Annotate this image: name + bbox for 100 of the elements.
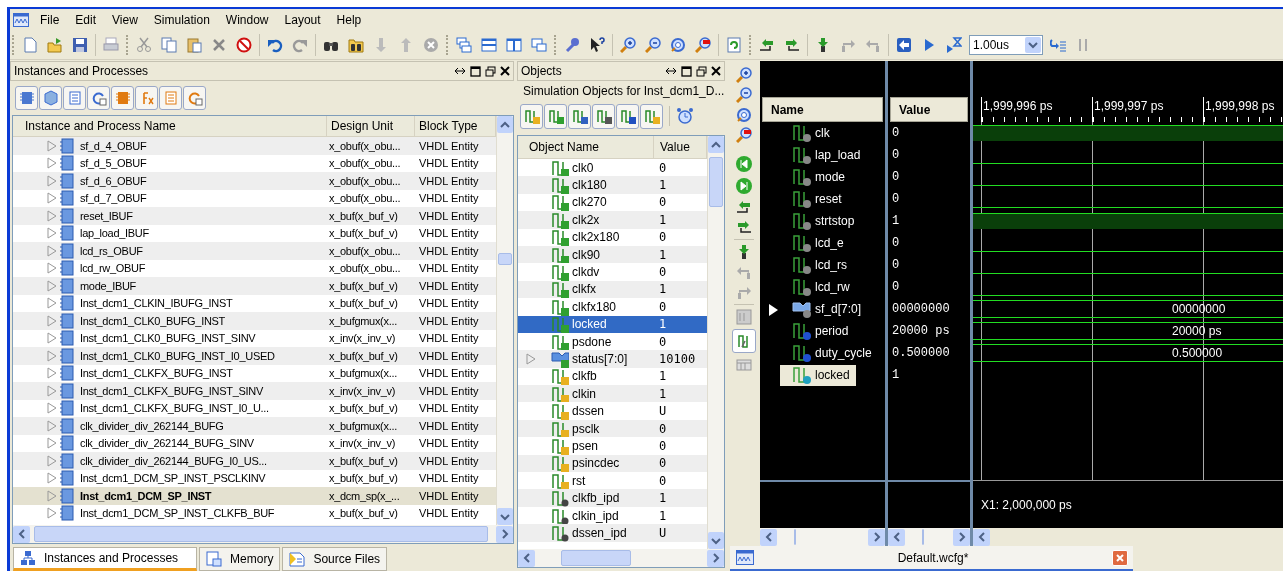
- close-icon[interactable]: [500, 66, 510, 76]
- column-header[interactable]: Name: [762, 97, 883, 122]
- maximize-icon[interactable]: [681, 65, 692, 77]
- zoom-fit-icon[interactable]: [736, 107, 752, 123]
- horizontal-split-icon[interactable]: [481, 36, 497, 53]
- cascade-windows-icon[interactable]: [456, 36, 472, 53]
- scrollbar-thumb[interactable]: [561, 550, 631, 566]
- table-row[interactable]: sf_d_4_OBUF x_obuf(x_obu... VHDL Entity: [13, 137, 496, 155]
- circle-x-icon[interactable]: [423, 36, 439, 53]
- folder-binoculars-icon[interactable]: [348, 36, 364, 53]
- tab[interactable]: Source Files: [282, 547, 388, 571]
- column-header[interactable]: Design Unit: [327, 116, 415, 136]
- variable-filter-button[interactable]: [640, 103, 663, 129]
- copy-icon[interactable]: [161, 36, 177, 53]
- table-row[interactable]: lcd_rs_OBUF x_obuf(x_obu... VHDL Entity: [13, 242, 496, 260]
- signal-name[interactable]: mode: [815, 168, 846, 186]
- table-row[interactable]: clk_divider_div_262144_BUFG x_bufgmux(x... VHDL Entity: [13, 417, 496, 435]
- run-to-icon[interactable]: [1050, 36, 1066, 53]
- folder-icon[interactable]: [47, 36, 63, 53]
- tab[interactable]: Memory: [199, 547, 281, 571]
- help-cursor-icon[interactable]: [589, 36, 605, 53]
- output-filter-button[interactable]: [544, 103, 567, 129]
- restore-icon[interactable]: [485, 65, 496, 77]
- horizontal-scrollbar[interactable]: [973, 528, 1283, 546]
- step-forward-icon[interactable]: [784, 36, 800, 53]
- signal-name[interactable]: clk: [815, 124, 830, 142]
- paste-icon[interactable]: [186, 36, 202, 53]
- signal-name[interactable]: lap_load: [815, 146, 861, 164]
- tab[interactable]: Instances and Processes: [13, 547, 198, 571]
- zoom-in-icon[interactable]: [620, 36, 636, 53]
- function-button[interactable]: [135, 86, 158, 110]
- next-marker-icon[interactable]: [735, 177, 753, 195]
- scissors-icon[interactable]: [136, 36, 152, 53]
- wrench-icon[interactable]: [564, 36, 580, 53]
- windows-icon[interactable]: [531, 36, 547, 53]
- resize-icon[interactable]: [665, 66, 677, 76]
- table-row[interactable]: clk_divider_div_262144_BUFG_I0_US... x_buf(x_buf_v) VHDL Entity: [13, 452, 496, 470]
- scrollbar-thumb[interactable]: [709, 157, 723, 207]
- process-document-button[interactable]: [159, 86, 182, 110]
- signal-name[interactable]: strtstop: [815, 212, 855, 230]
- internal-filter-button[interactable]: [592, 103, 615, 129]
- grid-icon[interactable]: [736, 357, 752, 373]
- table-row[interactable]: mode_IBUF x_buf(x_buf_v) VHDL Entity: [13, 277, 496, 295]
- signal-name[interactable]: reset: [815, 190, 842, 208]
- selected-signal[interactable]: locked: [780, 364, 856, 386]
- table-row[interactable]: Inst_dcm1_CLK0_BUFG_INST_I0_USED x_buf(x_buf_v) VHDL Entity: [13, 347, 496, 365]
- scrollbar-thumb[interactable]: [922, 529, 924, 545]
- printer-icon[interactable]: [103, 36, 119, 53]
- new-page-icon[interactable]: [22, 36, 38, 53]
- horizontal-scrollbar[interactable]: [760, 528, 885, 546]
- signal-name[interactable]: lcd_rw: [815, 278, 850, 296]
- scrollbar-thumb[interactable]: [498, 253, 512, 265]
- tab[interactable]: Default.wcfg*: [730, 546, 1133, 571]
- stop-icon[interactable]: [236, 36, 252, 53]
- expand-triangle-icon[interactable]: [768, 302, 778, 316]
- step-back-icon[interactable]: [736, 199, 752, 215]
- signal-name[interactable]: sf_d[7:0]: [815, 300, 862, 318]
- input-filter-button[interactable]: [520, 103, 543, 129]
- inout-filter-button[interactable]: [568, 103, 591, 129]
- run-for-icon[interactable]: [946, 36, 962, 53]
- refresh-icon[interactable]: [726, 36, 742, 53]
- table-row[interactable]: clk2x 1: [518, 211, 707, 229]
- signal-name[interactable]: lcd_e: [815, 234, 844, 252]
- table-row[interactable]: Inst_dcm1_DCM_SP_INST x_dcm_sp(x_... VHDL Entity: [13, 487, 496, 505]
- signal-name[interactable]: lcd_rs: [815, 256, 847, 274]
- delete-icon[interactable]: [211, 36, 227, 53]
- signal-name[interactable]: duty_cycle: [815, 344, 872, 362]
- close-tab-button[interactable]: [1112, 549, 1128, 566]
- scrollbar-thumb[interactable]: [34, 526, 488, 542]
- zoom-marker-icon[interactable]: [736, 127, 752, 143]
- table-row[interactable]: status[7:0] 10100: [518, 350, 707, 368]
- menu-item[interactable]: View: [104, 10, 146, 29]
- refresh-document-button[interactable]: [87, 86, 110, 110]
- table-row[interactable]: clk180 1: [518, 176, 707, 194]
- table-row[interactable]: sf_d_6_OBUF x_obuf(x_obu... VHDL Entity: [13, 172, 496, 190]
- cube-button[interactable]: [39, 86, 62, 110]
- menu-item[interactable]: Simulation: [145, 10, 218, 29]
- zoom-out-icon[interactable]: [645, 36, 661, 53]
- scrollbar-thumb[interactable]: [794, 529, 796, 545]
- process-refresh-button[interactable]: [183, 86, 206, 110]
- menu-item[interactable]: File: [32, 10, 68, 29]
- time-step-select[interactable]: 1.00us: [969, 34, 1043, 55]
- restart-icon[interactable]: [896, 36, 912, 53]
- previous-marker-icon[interactable]: [735, 155, 753, 173]
- menu-item[interactable]: Help: [328, 10, 370, 29]
- alarm-clock-icon[interactable]: [676, 107, 694, 125]
- step-forward-icon[interactable]: [736, 219, 752, 235]
- process-chip-button[interactable]: [111, 86, 134, 110]
- column-header[interactable]: Instance and Process Name: [13, 116, 327, 136]
- column-header[interactable]: Object Name: [518, 136, 654, 158]
- resize-icon[interactable]: [454, 66, 466, 76]
- zoom-fit-icon[interactable]: [670, 36, 686, 53]
- horizontal-scrollbar[interactable]: [888, 528, 970, 546]
- restore-icon[interactable]: [696, 65, 707, 77]
- menu-item[interactable]: Layout: [276, 10, 329, 29]
- table-row[interactable]: Inst_dcm1_CLK0_BUFG_INST x_bufgmux(x... VHDL Entity: [13, 312, 496, 330]
- table-row[interactable]: clkin 1: [518, 385, 707, 403]
- maximize-icon[interactable]: [470, 65, 481, 77]
- waveform-cursor-button[interactable]: [732, 329, 756, 353]
- table-row[interactable]: Inst_dcm1_CLKFX_BUFG_INST_SINV x_inv(x_inv_v) VHDL Entity: [13, 382, 496, 400]
